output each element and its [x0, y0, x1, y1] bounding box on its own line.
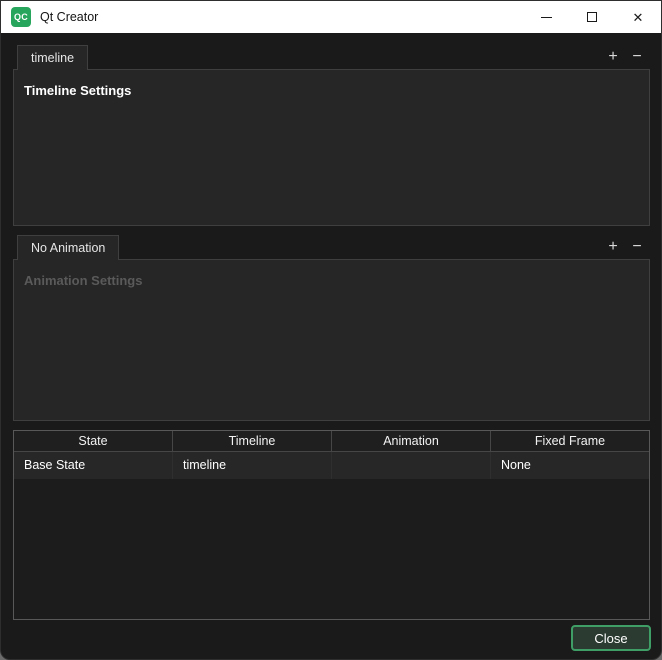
maximize-button[interactable] [569, 1, 615, 33]
maximize-icon [587, 12, 597, 22]
window-title: Qt Creator [40, 10, 98, 24]
plus-icon: + [608, 238, 617, 255]
states-table: State Timeline Animation Fixed Frame Bas… [13, 430, 650, 620]
close-window-button[interactable]: ✕ [615, 1, 661, 33]
plus-icon: + [608, 48, 617, 65]
tab-no-animation[interactable]: No Animation [17, 235, 119, 260]
minus-icon: − [632, 238, 641, 255]
qt-creator-dialog: QC Qt Creator ✕ timeline + − Timeline Se… [0, 0, 662, 660]
minus-icon: − [632, 48, 641, 65]
column-header-timeline: Timeline [173, 431, 332, 452]
cell-fixed-frame: None [491, 452, 649, 479]
column-header-fixed-frame: Fixed Frame [491, 431, 649, 452]
remove-animation-button[interactable]: − [627, 237, 647, 255]
add-timeline-button[interactable]: + [603, 47, 623, 65]
cell-state: Base State [14, 452, 173, 479]
titlebar: QC Qt Creator ✕ [1, 1, 661, 33]
tab-no-animation-label: No Animation [31, 241, 105, 255]
cell-timeline: timeline [173, 452, 332, 479]
cell-animation [332, 452, 491, 479]
timeline-settings-pane: Timeline Settings [13, 69, 650, 226]
add-animation-button[interactable]: + [603, 237, 623, 255]
tab-timeline-label: timeline [31, 51, 74, 65]
column-header-animation: Animation [332, 431, 491, 452]
window-controls: ✕ [523, 1, 661, 33]
minimize-icon [541, 17, 552, 18]
states-table-header: State Timeline Animation Fixed Frame [14, 431, 649, 452]
remove-timeline-button[interactable]: − [627, 47, 647, 65]
animation-settings-title: Animation Settings [24, 273, 142, 288]
qt-creator-logo: QC [11, 7, 31, 27]
column-header-state: State [14, 431, 173, 452]
close-icon: ✕ [633, 11, 644, 24]
close-button[interactable]: Close [571, 625, 651, 651]
timeline-settings-title: Timeline Settings [24, 83, 131, 98]
minimize-button[interactable] [523, 1, 569, 33]
tab-timeline[interactable]: timeline [17, 45, 88, 70]
animation-settings-pane: Animation Settings [13, 259, 650, 421]
table-row[interactable]: Base State timeline None [14, 452, 649, 479]
